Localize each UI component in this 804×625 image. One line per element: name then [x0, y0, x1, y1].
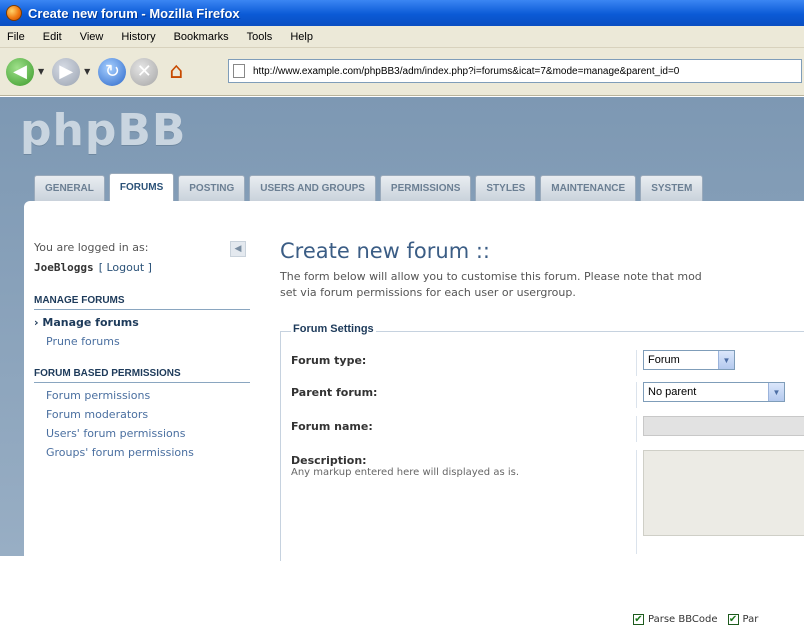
- parse-option-label: Par: [742, 614, 759, 625]
- user-line: JoeBloggs [ Logout ]: [34, 256, 250, 275]
- sidebar-item-forum-moderators[interactable]: Forum moderators: [46, 408, 250, 421]
- menu-help[interactable]: Help: [287, 29, 316, 45]
- description-line-1: The form below will allow you to customi…: [280, 270, 702, 283]
- content-panel: ◀ You are logged in as: JoeBloggs [ Logo…: [24, 201, 804, 625]
- forward-dropdown-icon[interactable]: ▼: [84, 67, 90, 76]
- section-forum-permissions: FORUM BASED PERMISSIONS: [34, 368, 250, 383]
- back-dropdown-icon[interactable]: ▼: [38, 67, 44, 76]
- tab-maintenance[interactable]: MAINTENANCE: [540, 175, 637, 201]
- sidebar-item-forum-permissions[interactable]: Forum permissions: [46, 389, 250, 402]
- tab-forums[interactable]: FORUMS: [108, 173, 175, 201]
- menu-view[interactable]: View: [77, 29, 107, 45]
- address-bar[interactable]: http://www.example.com/phpBB3/adm/index.…: [228, 59, 802, 83]
- parse-bbcode-label: Parse BBCode: [648, 614, 718, 625]
- phpbb-logo: phpBB: [20, 105, 187, 156]
- collapse-menu-icon[interactable]: ◀: [230, 241, 246, 257]
- admin-tabs: GENERAL FORUMS POSTING USERS AND GROUPS …: [34, 173, 707, 201]
- forum-name-cell: [636, 416, 804, 442]
- tab-users-and-groups[interactable]: USERS AND GROUPS: [249, 175, 376, 201]
- sidebar: ◀ You are logged in as: JoeBloggs [ Logo…: [34, 241, 250, 459]
- chevron-down-icon[interactable]: ▼: [718, 351, 734, 369]
- description-line-2: set via forum permissions for each user …: [280, 286, 576, 299]
- tab-styles[interactable]: STYLES: [475, 175, 537, 201]
- forward-arrow-icon[interactable]: ▶: [52, 57, 81, 86]
- current-marker-icon: ›: [34, 316, 39, 329]
- parse-bbcode-checkbox[interactable]: ✔: [633, 614, 644, 625]
- tab-permissions[interactable]: PERMISSIONS: [379, 175, 472, 201]
- forum-name-row: Forum name:: [291, 416, 804, 442]
- back-arrow-icon[interactable]: ◀: [6, 57, 34, 86]
- menu-file[interactable]: File: [4, 29, 28, 45]
- parse-options: ✔ Parse BBCode ✔ Par: [633, 614, 768, 625]
- menu-edit[interactable]: Edit: [40, 29, 65, 45]
- logout-link[interactable]: [ Logout ]: [99, 261, 152, 274]
- forum-type-row: Forum type: Forum ▼: [291, 350, 804, 376]
- parent-forum-value: No parent: [648, 386, 697, 398]
- logged-in-label: You are logged in as:: [34, 241, 149, 254]
- parent-forum-cell: No parent ▼: [636, 382, 804, 408]
- tab-posting[interactable]: POSTING: [178, 175, 246, 201]
- page-icon: [233, 64, 245, 78]
- main-content: Create new forum :: The form below will …: [280, 239, 804, 625]
- sidebar-item-groups-forum-permissions[interactable]: Groups' forum permissions: [46, 446, 250, 459]
- sidebar-item-label: Manage forums: [42, 316, 139, 329]
- forum-settings-fieldset: Forum Settings Forum type: Forum ▼ Paren…: [280, 323, 804, 625]
- window-title: Create new forum - Mozilla Firefox: [28, 5, 240, 21]
- description-cell: [636, 450, 804, 554]
- phpbb-admin: phpBB GENERAL FORUMS POSTING USERS AND G…: [0, 97, 804, 625]
- page-title: Create new forum ::: [280, 239, 490, 263]
- fieldset-legend: Forum Settings: [291, 323, 376, 335]
- forum-type-value: Forum: [648, 354, 680, 366]
- sidebar-item-users-forum-permissions[interactable]: Users' forum permissions: [46, 427, 250, 440]
- reload-icon[interactable]: ↻: [98, 57, 127, 86]
- stop-icon[interactable]: ✕: [130, 57, 159, 86]
- sidebar-item-prune-forums[interactable]: Prune forums: [46, 335, 250, 348]
- home-icon[interactable]: ⌂: [162, 58, 190, 86]
- navigation-toolbar: ◀ ▼ ▶ ▼ ↻ ✕ ⌂ http://www.example.com/php…: [0, 48, 804, 96]
- parent-forum-select[interactable]: No parent ▼: [643, 382, 785, 402]
- window-titlebar: Create new forum - Mozilla Firefox: [0, 0, 804, 26]
- parent-forum-row: Parent forum: No parent ▼: [291, 382, 804, 408]
- section-manage-forums: MANAGE FORUMS: [34, 295, 250, 310]
- address-url[interactable]: http://www.example.com/phpBB3/adm/index.…: [253, 66, 679, 77]
- menu-history[interactable]: History: [118, 29, 158, 45]
- firefox-icon: [6, 5, 22, 21]
- forum-type-select[interactable]: Forum ▼: [643, 350, 735, 370]
- menu-tools[interactable]: Tools: [244, 29, 276, 45]
- forum-name-input[interactable]: [643, 416, 804, 436]
- page-description: The form below will allow you to customi…: [280, 269, 804, 301]
- username: JoeBloggs: [34, 261, 94, 274]
- parse-option-checkbox[interactable]: ✔: [727, 614, 739, 625]
- forum-type-cell: Forum ▼: [636, 350, 804, 376]
- menu-bookmarks[interactable]: Bookmarks: [171, 29, 232, 45]
- sidebar-item-manage-forums[interactable]: › Manage forums: [34, 316, 250, 329]
- tab-system[interactable]: SYSTEM: [640, 175, 704, 201]
- description-textarea[interactable]: [643, 450, 804, 536]
- tab-general[interactable]: GENERAL: [34, 175, 105, 201]
- description-row: Description: Any markup entered here wil…: [291, 450, 804, 554]
- menu-bar: File Edit View History Bookmarks Tools H…: [0, 26, 804, 48]
- chevron-down-icon[interactable]: ▼: [768, 383, 784, 401]
